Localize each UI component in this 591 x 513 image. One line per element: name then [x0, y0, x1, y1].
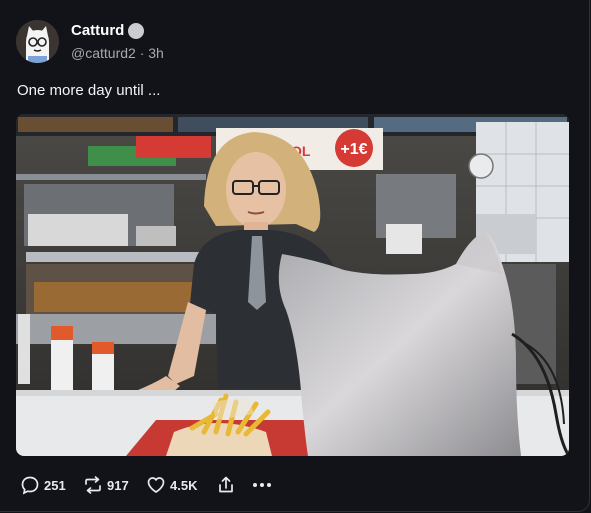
post-image[interactable]: +1€ SOL	[16, 114, 569, 456]
promo-price-text: +1€	[340, 141, 367, 158]
like-button[interactable]: 4.5K	[146, 475, 216, 495]
author-avatar[interactable]	[16, 20, 59, 63]
post-actions-bar: 251 917 4.5K	[20, 472, 273, 498]
post-text: One more day until ...	[17, 82, 161, 99]
meta-separator: ·	[139, 45, 149, 61]
author-meta: @catturd2 · 3h	[71, 45, 164, 61]
reply-count: 251	[44, 477, 66, 493]
like-count: 4.5K	[170, 477, 198, 493]
repost-count: 917	[107, 477, 129, 493]
share-icon	[219, 476, 233, 493]
verified-badge-icon	[128, 23, 144, 39]
author-display-name[interactable]: Catturd	[71, 22, 124, 39]
more-dots-icon	[253, 483, 271, 487]
reply-button[interactable]: 251	[20, 475, 83, 495]
more-options-button[interactable]	[251, 475, 273, 495]
photo-fast-food-counter-with-cat-ears: +1€ SOL	[16, 114, 569, 456]
share-button[interactable]	[216, 475, 251, 495]
reply-icon	[21, 476, 39, 495]
post-time[interactable]: 3h	[148, 45, 164, 61]
author-handle[interactable]: @catturd2	[71, 45, 136, 61]
post-card[interactable]: Catturd @catturd2 · 3h One more day unti…	[0, 0, 590, 512]
repost-button[interactable]: 917	[83, 475, 146, 495]
heart-icon	[147, 477, 165, 493]
repost-icon	[85, 476, 101, 494]
cartoon-cat-avatar-icon	[16, 20, 59, 63]
